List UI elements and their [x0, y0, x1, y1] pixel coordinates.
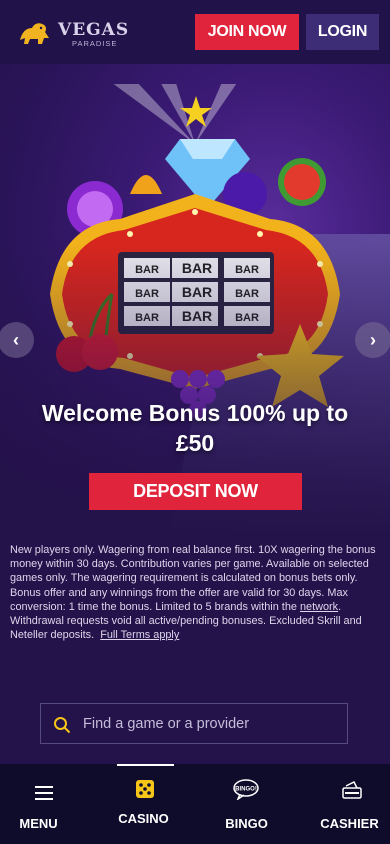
lion-logo-icon	[20, 23, 49, 44]
bottom-navigation: MENU CASINO BINGO! BINGO CASHIER	[0, 764, 390, 844]
nav-label-menu: MENU	[19, 816, 58, 831]
hamburger-icon	[35, 786, 53, 800]
nav-label-cashier: CASHIER	[320, 816, 379, 831]
search-icon	[54, 717, 71, 734]
top-header: VEGAS PARADISE JOIN NOW LOGIN	[0, 0, 390, 64]
promo-headline: Welcome Bonus 100% up to £50	[41, 400, 349, 456]
deposit-now-button[interactable]: DEPOSIT NOW	[89, 473, 302, 510]
chevron-left-icon: ‹	[13, 329, 19, 350]
bingo-icon-text: BINGO!	[235, 787, 257, 793]
nav-label-casino: CASINO	[118, 811, 169, 826]
nav-item-cashier[interactable]: CASHIER	[303, 764, 390, 844]
login-button[interactable]: LOGIN	[306, 14, 379, 50]
nav-label-bingo: BINGO	[225, 816, 268, 831]
search-placeholder: Find a game or a provider	[83, 716, 250, 732]
full-terms-link[interactable]: Full Terms apply	[100, 629, 179, 641]
chevron-right-icon: ›	[370, 329, 376, 350]
carousel-next-button[interactable]: ›	[355, 322, 390, 358]
cashier-icon	[342, 780, 362, 799]
network-link[interactable]: network	[300, 601, 338, 613]
nav-item-casino[interactable]: CASINO	[97, 764, 194, 844]
dice-icon	[136, 780, 154, 798]
nav-item-menu[interactable]: MENU	[0, 764, 97, 844]
vegas-paradise-logo[interactable]: VEGAS PARADISE	[16, 14, 128, 50]
logo-subtitle: PARADISE	[72, 39, 118, 48]
join-now-button[interactable]: JOIN NOW	[195, 14, 299, 50]
active-indicator	[117, 764, 174, 766]
bingo-icon: BINGO!	[233, 779, 259, 800]
game-search-box[interactable]: Find a game or a provider	[40, 703, 348, 744]
nav-item-bingo[interactable]: BINGO! BINGO	[200, 764, 297, 844]
bonus-terms-text: New players only. Wagering from real bal…	[10, 543, 382, 642]
logo-title: VEGAS	[58, 20, 130, 40]
promo-banner[interactable]: BARBARBARBARBARBARBARBARBAR	[0, 64, 390, 538]
